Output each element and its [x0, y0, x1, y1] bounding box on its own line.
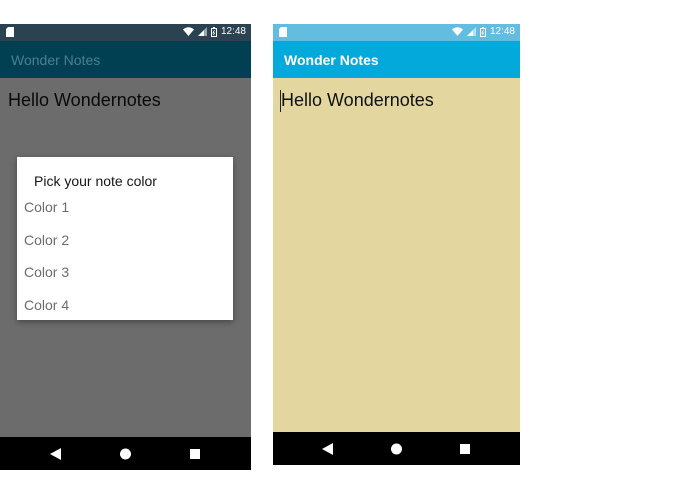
status-time: 12:48: [489, 26, 515, 37]
app-bar: Wonder Notes: [0, 41, 251, 78]
status-icons: 12:48: [451, 26, 515, 37]
app-title: Wonder Notes: [284, 52, 379, 68]
navigation-bar: [273, 432, 520, 465]
back-triangle-icon[interactable]: [322, 442, 333, 455]
battery-icon: [479, 26, 486, 37]
status-bar: 12:48: [273, 24, 520, 41]
note-text: Hello Wondernotes: [8, 90, 161, 110]
sd-card-icon: [279, 27, 287, 40]
color-option-3[interactable]: Color 3: [24, 264, 69, 280]
status-icons: 12:48: [182, 26, 246, 37]
app-title: Wonder Notes: [11, 52, 101, 68]
home-circle-icon[interactable]: [120, 448, 131, 459]
note-area[interactable]: Hello Wondernotes: [273, 78, 520, 465]
color-option-4[interactable]: Color 4: [24, 297, 69, 313]
back-triangle-icon[interactable]: [50, 447, 61, 460]
recents-square-icon[interactable]: [190, 448, 200, 459]
home-circle-icon[interactable]: [391, 443, 402, 454]
status-bar: 12:48: [0, 24, 251, 41]
color-option-2[interactable]: Color 2: [24, 232, 69, 248]
status-time: 12:48: [220, 26, 246, 37]
app-bar: Wonder Notes: [273, 41, 520, 78]
dialog-title: Pick your note color: [34, 173, 157, 189]
color-picker-dialog: Pick your note color Color 1 Color 2 Col…: [17, 157, 233, 320]
signal-icon: [197, 27, 207, 36]
signal-icon: [466, 27, 476, 36]
note-text[interactable]: Hello Wondernotes: [281, 90, 434, 111]
phone-screen-dialog: 12:48 Wonder Notes Hello Wondernotes Pic…: [0, 24, 251, 470]
navigation-bar: [0, 437, 251, 470]
sd-card-icon: [6, 27, 14, 40]
phone-screen-note: 12:48 Wonder Notes Hello Wondernotes: [273, 24, 520, 465]
color-option-1[interactable]: Color 1: [24, 199, 69, 215]
wifi-icon: [182, 27, 194, 36]
battery-icon: [210, 26, 217, 37]
recents-square-icon[interactable]: [460, 443, 470, 454]
wifi-icon: [451, 27, 463, 36]
